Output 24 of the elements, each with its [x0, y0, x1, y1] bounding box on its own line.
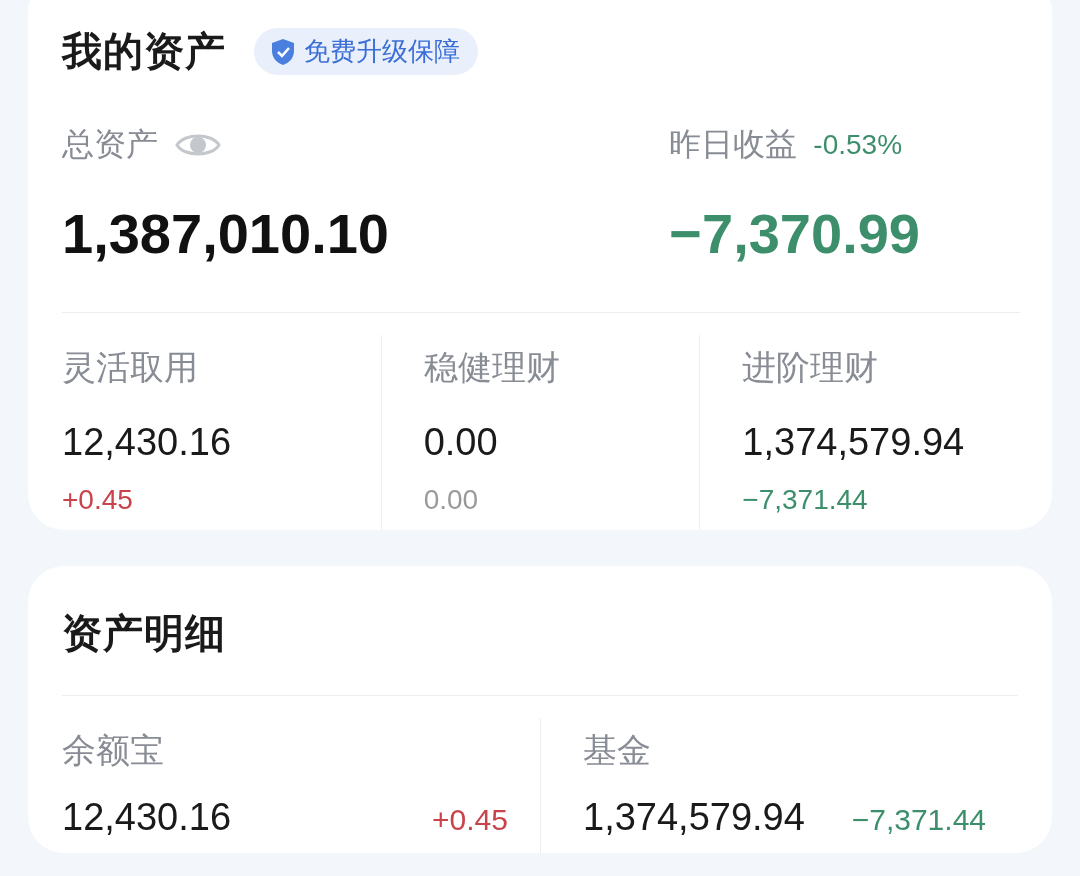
yesterday-label: 昨日收益: [669, 125, 798, 164]
fund-change: −7,371.44: [851, 803, 986, 837]
category-value: 1,374,579.94: [742, 421, 966, 464]
category-label: 稳健理财: [423, 347, 561, 388]
total-value: 1,387,010.10: [62, 201, 389, 266]
yesterday-rate: -0.53%: [813, 129, 903, 161]
shield-icon: [270, 37, 296, 66]
fund-change: +0.45: [432, 803, 508, 837]
category-change: −7,371.44: [742, 484, 869, 516]
fund-label: 基金: [583, 730, 652, 771]
upgrade-badge[interactable]: 免费升级保障: [254, 28, 478, 75]
card-title: 资产明细: [62, 610, 227, 657]
yesterday-value: −7,370.99: [669, 201, 920, 266]
category-label: 进阶理财: [742, 347, 880, 388]
fund-value: 12,430.16: [62, 796, 232, 839]
category-value: 12,430.16: [62, 421, 233, 464]
category-label: 灵活取用: [62, 347, 199, 388]
fund-label: 余额宝: [62, 730, 165, 771]
card-title: 我的资产: [62, 28, 226, 75]
category-change: 0.00: [423, 484, 480, 516]
total-label: 总资产: [62, 125, 158, 164]
fund-value: 1,374,579.94: [583, 796, 805, 839]
category-value: 0.00: [423, 421, 499, 464]
category-change: +0.45: [62, 484, 134, 516]
